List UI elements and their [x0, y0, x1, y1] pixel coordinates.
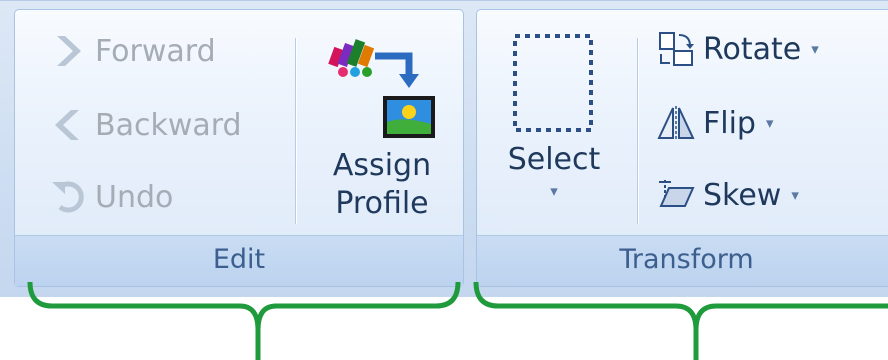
select-dropdown-caret: ▾ [550, 182, 558, 200]
ribbon-toolbar: Forward Backward Undo Assign Profile Edi… [0, 0, 888, 297]
undo-label: Undo [95, 179, 174, 215]
flip-label: Flip [703, 105, 756, 141]
rotate-dropdown-caret: ▾ [811, 40, 819, 58]
rotate-icon [657, 30, 695, 68]
undo-icon [49, 178, 87, 216]
edit-group-bracket [27, 281, 461, 360]
edit-separator [295, 38, 296, 224]
chevron-right-icon [49, 32, 87, 70]
rotate-label: Rotate [703, 31, 802, 67]
assign-profile-icon [317, 26, 447, 144]
group-brackets [27, 281, 888, 360]
skew-dropdown-caret: ▾ [791, 186, 799, 204]
undo-button[interactable]: Undo [49, 178, 173, 216]
flip-button[interactable]: Flip ▾ [657, 104, 774, 142]
flip-icon [657, 104, 695, 142]
assign-profile-button[interactable]: Assign Profile [317, 26, 447, 226]
forward-button[interactable]: Forward [49, 32, 216, 70]
skew-icon [657, 176, 695, 214]
skew-button[interactable]: Skew ▾ [657, 176, 799, 214]
edit-group: Forward Backward Undo Assign Profile Edi… [14, 9, 464, 287]
assign-profile-label-line2: Profile [335, 186, 429, 221]
chevron-left-icon [49, 106, 87, 144]
selection-rectangle-icon [495, 28, 613, 138]
skew-label: Skew [703, 177, 782, 213]
transform-group-bracket [473, 281, 888, 360]
select-button[interactable]: Select ▾ [495, 28, 613, 200]
transform-group: Select ▾ Rotate ▾ Flip ▾ Skew ▾ Transfor… [476, 9, 888, 287]
forward-label: Forward [95, 33, 216, 69]
rotate-button[interactable]: Rotate ▾ [657, 30, 819, 68]
backward-button[interactable]: Backward [49, 106, 242, 144]
backward-label: Backward [95, 107, 242, 143]
select-label: Select [507, 142, 601, 177]
transform-separator [637, 38, 638, 224]
flip-dropdown-caret: ▾ [765, 114, 774, 132]
